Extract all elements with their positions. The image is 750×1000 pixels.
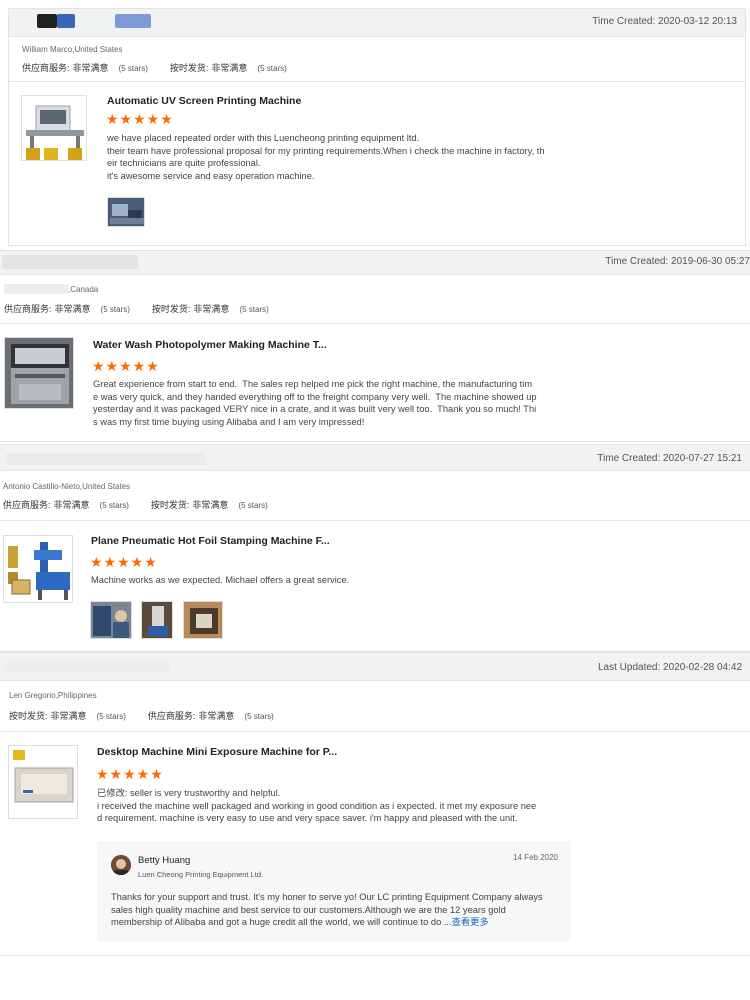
review-card: Last Updated: 2020-02-28 04:42 Len Grego…	[0, 652, 750, 956]
star-rating: ★★★★★	[106, 111, 174, 127]
product-name-link[interactable]: Desktop Machine Mini Exposure Machine fo…	[97, 746, 337, 758]
redacted-name-bar	[115, 14, 151, 28]
view-more-link[interactable]: 查看更多	[452, 917, 489, 927]
review-photo[interactable]	[107, 197, 145, 227]
divider	[0, 731, 750, 732]
redacted-name-bar	[2, 255, 138, 269]
star-rating: ★★★★★	[90, 554, 158, 570]
buyer-name: William Marco,United States	[22, 45, 123, 54]
reply-date: 14 Feb 2020	[513, 853, 558, 862]
product-thumbnail[interactable]	[8, 745, 78, 819]
redacted-name-bar	[75, 14, 115, 28]
review-photo[interactable]	[90, 601, 132, 639]
product-thumbnail[interactable]	[4, 337, 74, 409]
reviews-page: Time Created: 2020-03-12 20:13 William M…	[0, 0, 750, 1000]
reply-company: Luen Cheong Printing Equipment Ltd.	[138, 870, 264, 879]
review-card: Time Created: 2020-07-27 15:21 Antonio C…	[0, 444, 750, 652]
supplier-reply: Betty Huang Luen Cheong Printing Equipme…	[97, 841, 571, 941]
review-time: Last Updated: 2020-02-28 04:42	[598, 662, 742, 673]
review-text: Machine works as we expected. Michael of…	[91, 575, 350, 585]
product-name-link[interactable]: Plane Pneumatic Hot Foil Stamping Machin…	[91, 535, 330, 547]
review-header: Time Created: 2020-03-12 20:13	[9, 9, 745, 37]
star-rating: ★★★★★	[96, 766, 164, 782]
redacted-name-bar	[4, 284, 68, 294]
divider	[9, 81, 745, 82]
review-card: Time Created: 2020-03-12 20:13 William M…	[8, 8, 746, 246]
supplier-ratings: 供应商服务: 非常满意 (5 stars) 按时发货: 非常满意 (5 stars)	[4, 304, 269, 314]
redacted-name-bar	[6, 453, 206, 465]
supplier-ratings: 供应商服务: 非常满意 (5 stars) 按时发货: 非常满意 (5 stars)	[22, 63, 287, 73]
reply-author-name: Betty Huang	[138, 855, 191, 866]
review-header: Time Created: 2019-06-30 05:27	[0, 251, 750, 275]
review-card: Time Created: 2019-06-30 05:27 ,Canada 供…	[0, 250, 750, 442]
review-text: seller is very trustworthy and helpful. …	[97, 788, 537, 823]
buyer-name: Antonio Castillo-Nieto,United States	[3, 482, 131, 491]
review-header: Time Created: 2020-07-27 15:21	[0, 445, 750, 471]
star-rating: ★★★★★	[92, 358, 160, 374]
review-header: Last Updated: 2020-02-28 04:42	[0, 653, 750, 681]
product-thumbnail[interactable]	[3, 535, 73, 603]
review-photo[interactable]	[141, 601, 173, 639]
redacted-avatar-bar	[37, 14, 57, 28]
reply-text: Thanks for your support and trust. It's …	[111, 891, 561, 929]
product-name-link[interactable]: Water Wash Photopolymer Making Machine T…	[93, 339, 327, 351]
review-time: Time Created: 2020-03-12 20:13	[592, 16, 737, 27]
divider	[0, 323, 750, 324]
supplier-ratings: 按时发货: 非常满意 (5 stars) 供应商服务: 非常满意 (5 stars)	[9, 711, 274, 721]
review-text: Great experience from start to end. The …	[93, 379, 537, 427]
review-photo[interactable]	[183, 601, 223, 639]
review-time: Time Created: 2020-07-27 15:21	[597, 453, 742, 464]
buyer-name: Len Gregorio,Philippines	[9, 691, 97, 700]
review-time: Time Created: 2019-06-30 05:27	[605, 256, 750, 267]
avatar	[111, 855, 131, 875]
review-text: we have placed repeated order with this …	[107, 133, 545, 181]
buyer-country: ,Canada	[68, 285, 99, 294]
divider	[0, 520, 750, 521]
supplier-ratings: 供应商服务: 非常满意 (5 stars) 按时发货: 非常满意 (5 stars)	[3, 500, 268, 510]
product-name-link[interactable]: Automatic UV Screen Printing Machine	[107, 95, 301, 107]
product-thumbnail[interactable]	[21, 95, 87, 161]
redacted-avatar-bar	[57, 14, 75, 28]
redacted-name-bar	[4, 661, 170, 673]
